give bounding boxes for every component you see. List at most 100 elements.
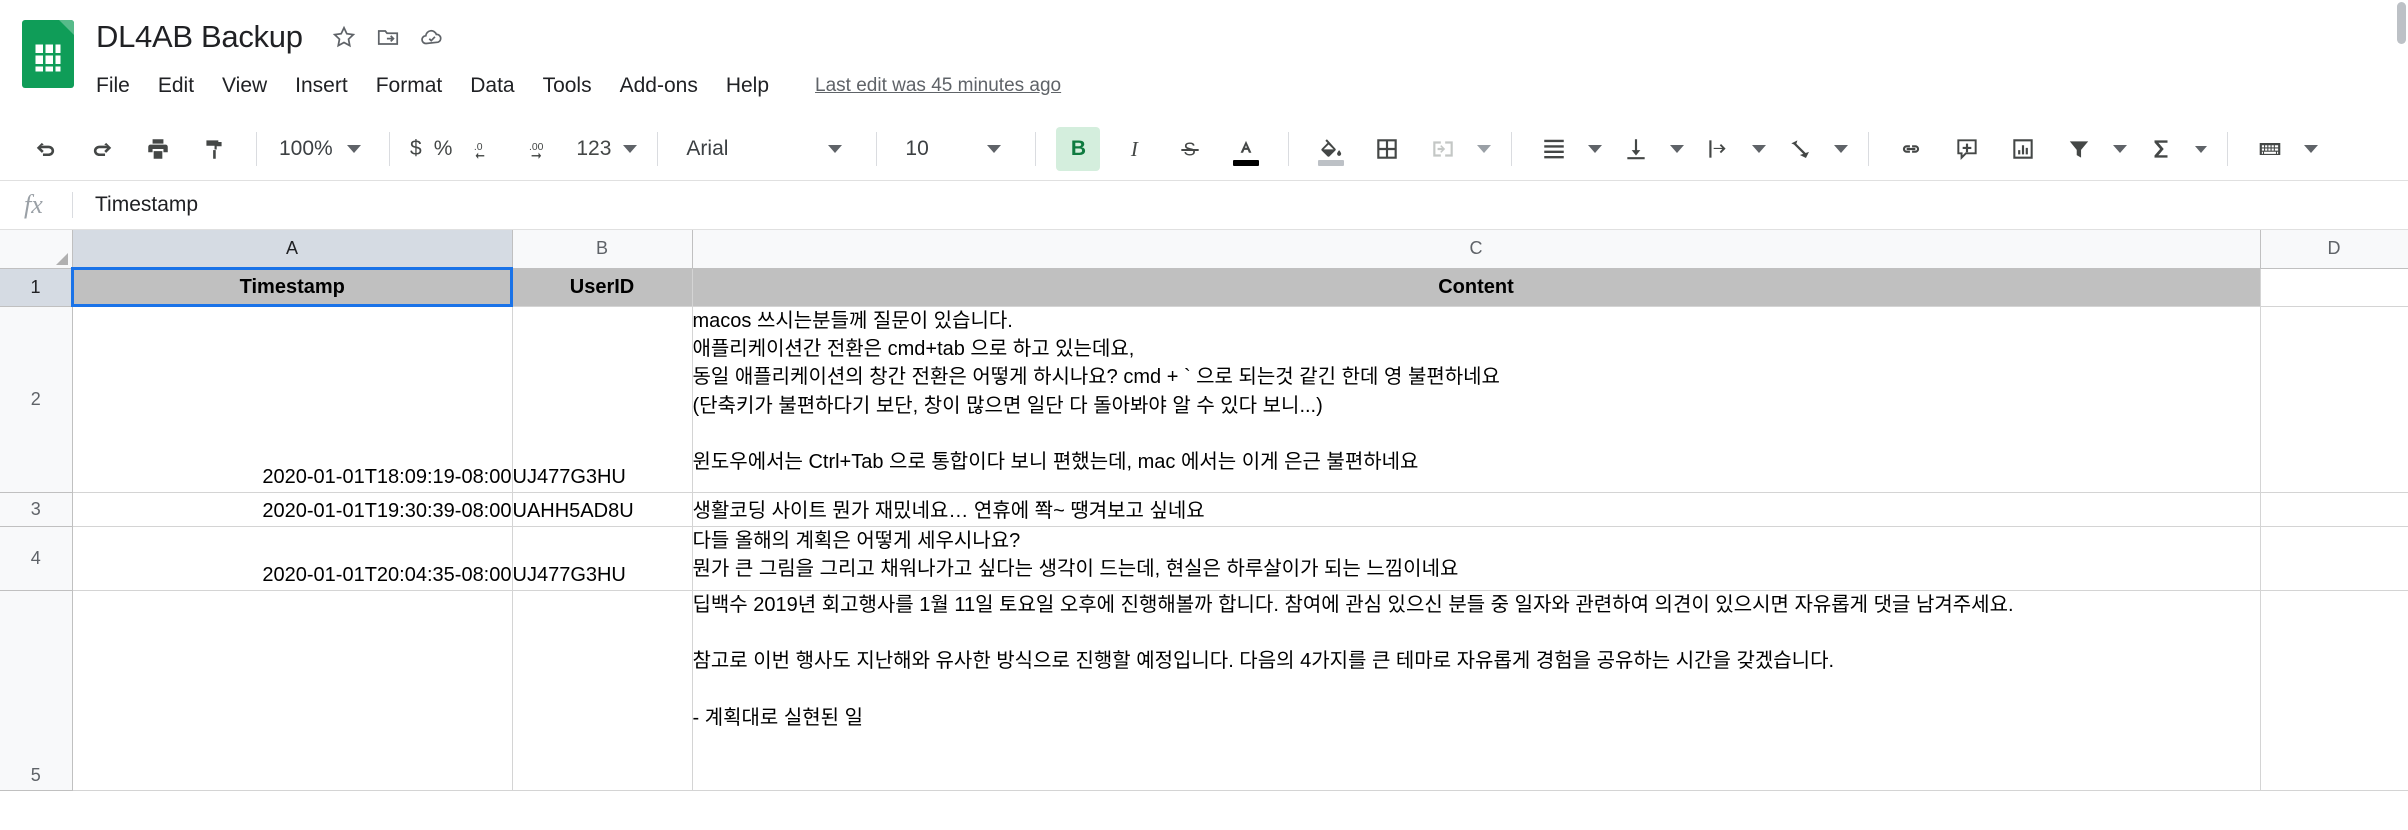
number-format-button[interactable]: 123: [570, 127, 617, 171]
row-header-4[interactable]: 4: [0, 526, 73, 591]
cell-c4[interactable]: 다들 올해의 계획은 어떻게 세우시나요? 뭔가 큰 그림을 그리고 채워나가고…: [692, 526, 2261, 591]
svg-text:.00: .00: [529, 142, 544, 153]
star-icon[interactable]: [331, 24, 357, 50]
fill-color-button[interactable]: [1309, 127, 1353, 171]
percent-format-button[interactable]: %: [428, 127, 459, 171]
column-header-c[interactable]: C: [692, 230, 2261, 269]
print-icon[interactable]: [136, 127, 180, 171]
table-row: 4 2020-01-01T20:04:35-08:00 UJ477G3HU 다들…: [0, 526, 2408, 591]
formula-input[interactable]: Timestamp: [95, 193, 198, 217]
zoom-control[interactable]: 100%: [271, 137, 375, 161]
spreadsheet-grid[interactable]: A B C D 1 Timestamp UserID Content 2 202…: [0, 230, 2408, 800]
formula-bar[interactable]: fx Timestamp: [0, 180, 2408, 230]
bold-button[interactable]: B: [1056, 127, 1101, 171]
increase-decimal-icon[interactable]: .00: [520, 127, 564, 171]
row-header-1[interactable]: 1: [0, 268, 73, 307]
text-rotation-icon[interactable]: [1778, 127, 1822, 171]
menu-item-edit[interactable]: Edit: [144, 70, 208, 102]
paint-format-icon[interactable]: [192, 127, 236, 171]
text-color-button[interactable]: [1224, 127, 1268, 171]
select-all-corner[interactable]: [0, 230, 73, 269]
column-header-b[interactable]: B: [512, 230, 693, 269]
menu-item-tools[interactable]: Tools: [529, 70, 606, 102]
toolbar-divider: [2227, 132, 2229, 166]
menu-item-data[interactable]: Data: [456, 70, 528, 102]
table-row: 3 2020-01-01T19:30:39-08:00 UAHH5AD8U 생활…: [0, 492, 2408, 527]
link-icon[interactable]: [1889, 127, 1933, 171]
cell-c1[interactable]: Content: [692, 268, 2261, 307]
cell-a1[interactable]: Timestamp: [71, 267, 513, 307]
cell-b1[interactable]: UserID: [512, 268, 693, 307]
cell-b2[interactable]: UJ477G3HU: [512, 306, 693, 493]
chevron-down-icon[interactable]: [1477, 145, 1492, 153]
cell-a3[interactable]: 2020-01-01T19:30:39-08:00: [72, 492, 513, 527]
cloud-saved-icon[interactable]: [419, 24, 445, 50]
column-header-d[interactable]: D: [2260, 230, 2408, 269]
keyboard-icon[interactable]: [2248, 127, 2292, 171]
table-row: 2 2020-01-01T18:09:19-08:00 UJ477G3HU ma…: [0, 306, 2408, 493]
cell-a4[interactable]: 2020-01-01T20:04:35-08:00: [72, 526, 513, 591]
cell-d4[interactable]: [2260, 526, 2408, 591]
font-family-selector[interactable]: Arial: [672, 137, 862, 161]
chevron-down-icon[interactable]: [2113, 145, 2128, 153]
toolbar-divider: [876, 132, 878, 166]
font-size-selector[interactable]: 10: [891, 137, 1021, 161]
text-color-swatch: [1233, 160, 1260, 166]
move-to-folder-icon[interactable]: [375, 24, 401, 50]
document-title[interactable]: DL4AB Backup: [96, 19, 309, 55]
chevron-down-icon[interactable]: [2195, 145, 2208, 153]
horizontal-align-icon[interactable]: [1532, 127, 1576, 171]
cell-c5[interactable]: 딥백수 2019년 회고행사를 1월 11일 토요일 오후에 진행해볼까 합니다…: [692, 590, 2261, 791]
chevron-down-icon[interactable]: [1834, 145, 1849, 153]
scrollbar-thumb[interactable]: [2397, 2, 2406, 44]
currency-format-button[interactable]: $: [404, 127, 428, 171]
menu-item-add-ons[interactable]: Add-ons: [606, 70, 712, 102]
chevron-down-icon[interactable]: [1670, 145, 1685, 153]
menu-item-format[interactable]: Format: [362, 70, 457, 102]
row-header-3[interactable]: 3: [0, 492, 73, 527]
chevron-down-icon[interactable]: [623, 145, 638, 153]
menu-item-file[interactable]: File: [96, 70, 144, 102]
vertical-scrollbar[interactable]: [2394, 0, 2408, 830]
borders-icon[interactable]: [1365, 127, 1409, 171]
top-bar: DL4AB Backup File Edit View Insert Forma…: [0, 0, 2408, 118]
menu-item-view[interactable]: View: [208, 70, 281, 102]
row-header-2[interactable]: 2: [0, 306, 73, 493]
cell-d1[interactable]: [2260, 268, 2408, 307]
cell-d2[interactable]: [2260, 306, 2408, 493]
column-header-row: A B C D: [0, 230, 2408, 269]
strikethrough-button[interactable]: S: [1168, 127, 1212, 171]
svg-text:.0: .0: [474, 142, 483, 153]
cell-a2[interactable]: 2020-01-01T18:09:19-08:00: [72, 306, 513, 493]
chevron-down-icon[interactable]: [2304, 145, 2319, 153]
font-family-value: Arial: [686, 137, 729, 160]
cell-c2[interactable]: macos 쓰시는분들께 질문이 있습니다. 애플리케이션간 전환은 cmd+t…: [692, 306, 2261, 493]
row-header-5[interactable]: 5: [0, 590, 73, 791]
cell-d3[interactable]: [2260, 492, 2408, 527]
cell-b5[interactable]: [512, 590, 693, 791]
font-size-value: 10: [905, 137, 929, 160]
text-wrap-icon[interactable]: [1696, 127, 1740, 171]
italic-button[interactable]: I: [1112, 127, 1156, 171]
chevron-down-icon[interactable]: [1752, 145, 1767, 153]
vertical-align-icon[interactable]: [1614, 127, 1658, 171]
last-edit-status[interactable]: Last edit was 45 minutes ago: [815, 75, 1061, 97]
comment-icon[interactable]: [1945, 127, 1989, 171]
undo-icon[interactable]: [24, 127, 68, 171]
redo-icon[interactable]: [80, 127, 124, 171]
cell-b4[interactable]: UJ477G3HU: [512, 526, 693, 591]
menu-item-help[interactable]: Help: [712, 70, 783, 102]
cell-b3[interactable]: UAHH5AD8U: [512, 492, 693, 527]
chevron-down-icon[interactable]: [1588, 145, 1603, 153]
cell-a5[interactable]: [72, 590, 513, 791]
column-header-a[interactable]: A: [72, 230, 513, 269]
sigma-icon[interactable]: [2139, 127, 2183, 171]
filter-icon[interactable]: [2057, 127, 2101, 171]
toolbar-divider: [1511, 132, 1513, 166]
toolbar: 100% $ % .0 .00 123 Arial 10 B I S: [0, 118, 2408, 180]
chart-icon[interactable]: [2001, 127, 2045, 171]
cell-d5[interactable]: [2260, 590, 2408, 791]
cell-c3[interactable]: 생활코딩 사이트 뭔가 재밌네요… 연휴에 쫙~ 땡겨보고 싶네요: [692, 492, 2261, 527]
decrease-decimal-icon[interactable]: .0: [464, 127, 508, 171]
menu-item-insert[interactable]: Insert: [281, 70, 362, 102]
